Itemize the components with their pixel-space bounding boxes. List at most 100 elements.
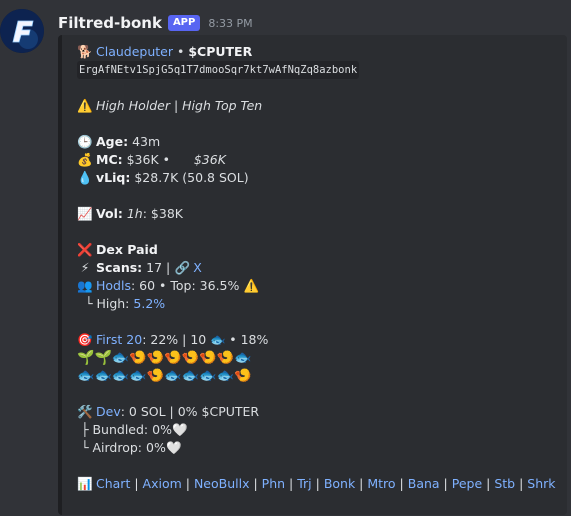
shrimp-icon: 🍤 [146,368,165,384]
vol-value: : $38K [142,206,183,221]
fish-icon: 🐟 [210,332,226,347]
shrimp-icon: 🍤 [164,350,182,366]
high-line: └ High: 5.2% [77,295,559,313]
link-trj[interactable]: Trj [297,475,311,493]
scans-line: ⚡ Scans: 17 | 🔗 X [77,259,559,277]
fish-icon: 🐟 [129,368,147,384]
link-pepe[interactable]: Pepe [452,475,482,493]
fish-icon: 🐟 [199,368,217,384]
white-heart-icon: 🤍 [166,440,182,455]
shrimp-icon: 🍤 [216,350,234,366]
bot-avatar[interactable] [0,9,44,53]
seedling-icon: 🌱 [77,350,95,366]
contract-address[interactable]: ErgAfNEtv1SpjG5q1T7dmooSqr7kt7wAfNqZq8az… [77,61,360,79]
timestamp: 8:33 PM [208,16,253,30]
x-link[interactable]: X [193,259,202,277]
dog-icon: 🐕 [77,44,93,59]
mc-label: MC: [96,152,123,167]
link-stb[interactable]: Stb [494,475,515,493]
bar-chart-icon: 📊 [77,476,93,491]
dev-link[interactable]: Dev [96,403,121,421]
address-line: ErgAfNEtv1SpjG5q1T7dmooSqr7kt7wAfNqZq8az… [77,61,559,79]
first20-line: 🎯 First 20 : 22% | 10 🐟 • 18% [77,331,559,349]
airdrop-text: └ Airdrop: 0% [80,440,166,455]
link-neobullx[interactable]: NeoBullx [194,475,250,493]
warning-icon: ⚠️ [77,98,93,113]
fish-icon: 🐟 [77,368,95,384]
white-heart-icon: 🤍 [172,422,188,437]
shrimp-icon: 🍤 [146,350,165,366]
mc-value: $36K [126,152,159,167]
token-title-line: 🐕 Claudeputer • $CPUTER [77,43,253,61]
link-shrk[interactable]: Shrk [527,475,555,493]
username[interactable]: Filtred-bonk [58,14,162,32]
shrimp-icon: 🍤 [129,350,147,366]
bundled-text: ├ Bundled: 0% [80,422,172,437]
message-embed: 🐕 Claudeputer • $CPUTER ErgAfNEtv1SpjG5q… [58,35,567,515]
filtred-logo-icon [0,9,44,53]
holders-emoji-row-2: 🐟 🐟 🐟 🐟 🍤 🐟 🐟 🐟 🐟 🍤 [77,367,559,385]
embed-content: 🐕 Claudeputer • $CPUTER ErgAfNEtv1SpjG5q… [77,43,559,493]
vol-period: 1h [126,206,143,221]
age-line: 🕒 Age: 43m [77,133,559,151]
chart-up-icon: 📈 [77,206,93,221]
shrimp-icon: 🍤 [199,350,217,366]
mc-line: 💰 MC: $36K • $36K [77,152,226,167]
warning-line: ⚠️ High Holder | High Top Ten [77,97,559,115]
shrimp-icon: 🍤 [181,350,200,366]
links-line: 📊 Chart | Axiom | NeoBullx | Phn | Trj |… [77,475,556,493]
vliq-value: $28.7K (50.8 SOL) [134,170,249,185]
people-icon: 👥 [77,278,93,293]
vol-label: Vol: [96,206,123,221]
hodls-link[interactable]: Hodls [96,277,131,295]
link-mtro[interactable]: Mtro [367,475,395,493]
link-bana[interactable]: Bana [408,475,440,493]
holders-emoji-row-1: 🌱 🌱 🐟 🍤 🍤 🍤 🍤 🍤 🍤 🐟 [77,349,559,367]
lightning-icon: ⚡ [80,260,90,275]
mc-value-2: $36K [193,152,226,167]
warning-text: High Holder | High Top Ten [96,98,263,113]
dex-line: ❌ Dex Paid [77,241,559,259]
fish-icon: 🐟 [164,368,182,384]
link-chart[interactable]: Chart [96,475,130,493]
first20-value-2: • 18% [229,332,269,347]
fish-icon: 🐟 [94,368,112,384]
app-badge: APP [167,15,201,31]
hodls-value: : 60 • Top: 36.5% [130,278,240,293]
vliq-label: vLiq: [96,170,131,185]
cross-mark-icon: ❌ [77,242,93,257]
warning-icon-2: ⚠️ [243,278,260,293]
vol-line: 📈 Vol: 1h : $38K [77,205,559,223]
first20-value: : 22% | 10 [142,332,207,347]
droplet-icon: 💧 [77,170,93,185]
dev-value: : 0 SOL | 0% $CPUTER [120,404,260,419]
link-bonk[interactable]: Bonk [324,475,355,493]
first20-link[interactable]: First 20 [96,331,142,349]
clock-icon: 🕒 [77,134,93,149]
age-label: Age: [96,134,129,149]
link-axiom[interactable]: Axiom [143,475,182,493]
age-value: 43m [132,134,161,149]
seedling-icon: 🌱 [94,350,112,366]
bundled-line: ├ Bundled: 0% 🤍 [77,421,559,439]
shrimp-icon: 🍤 [233,368,252,384]
scans-value: 17 | [146,260,171,275]
message-header: Filtred-bonk APP 8:33 PM [58,12,253,34]
fish-icon: 🐟 [216,368,234,384]
high-value-link[interactable]: 5.2% [133,295,165,313]
scans-label: Scans: [96,260,143,275]
link-icon: 🔗 [174,260,191,275]
fish-icon: 🐟 [233,350,252,366]
fish-icon: 🐟 [111,368,130,384]
token-symbol: $CPUTER [188,44,253,59]
fish-icon: 🐟 [181,368,200,384]
dex-paid-text: Dex Paid [96,242,158,257]
hodls-line: 👥 Hodls : 60 • Top: 36.5% ⚠️ [77,277,559,295]
link-phn[interactable]: Phn [262,475,285,493]
high-label: └ High: [84,296,130,311]
dev-line: 🛠️ Dev : 0 SOL | 0% $CPUTER [77,403,559,421]
fish-icon: 🐟 [111,350,130,366]
tools-icon: 🛠️ [77,404,93,419]
vliq-line: 💧 vLiq: $28.7K (50.8 SOL) [77,169,559,187]
token-name-link[interactable]: Claudeputer [96,43,173,61]
